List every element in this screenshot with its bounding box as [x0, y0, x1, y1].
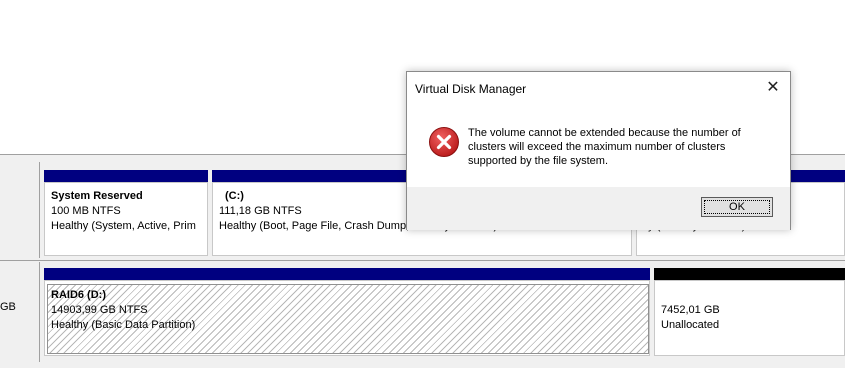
dialog-message: The volume cannot be extended because th… [468, 127, 741, 167]
partition-size: 111,18 GB NTFS [219, 205, 302, 217]
partition-raid6[interactable]: RAID6 (D:) 14903,99 GB NTFS Healthy (Bas… [44, 280, 650, 356]
error-dialog: Virtual Disk Manager ✕ The volume cannot… [406, 71, 791, 230]
system-reserved-bar [44, 170, 208, 182]
partition-size: 100 MB NTFS [51, 205, 121, 217]
partition-status: Healthy (Basic Data Partition) [51, 319, 196, 331]
partition-size: 7452,01 GB [661, 304, 720, 316]
partition-title: RAID6 (D:) [51, 289, 106, 301]
dialog-title: Virtual Disk Manager [415, 82, 527, 96]
partition-status: Unallocated [661, 319, 720, 331]
unallocated-bar [654, 268, 845, 280]
disk1-label-panel[interactable]: GB [0, 262, 40, 362]
error-icon [429, 127, 459, 157]
disk-row-separator [0, 260, 845, 261]
partition-system-reserved[interactable]: System Reserved 100 MB NTFS Healthy (Sys… [44, 182, 208, 256]
raid6-bar [44, 268, 650, 280]
partition-unallocated[interactable]: 7452,01 GB Unallocated [654, 280, 845, 356]
partition-title: System Reserved [51, 190, 143, 202]
ok-button[interactable]: OK [701, 197, 773, 217]
partition-size: 14903,99 GB NTFS [51, 304, 148, 316]
disk0-label-panel[interactable] [0, 162, 40, 258]
disk1-label: GB [0, 301, 16, 313]
close-icon[interactable]: ✕ [759, 76, 787, 102]
partition-title: (C:) [225, 190, 244, 202]
dialog-footer: OK [407, 187, 790, 230]
partition-status: Healthy (System, Active, Prim [51, 220, 196, 232]
